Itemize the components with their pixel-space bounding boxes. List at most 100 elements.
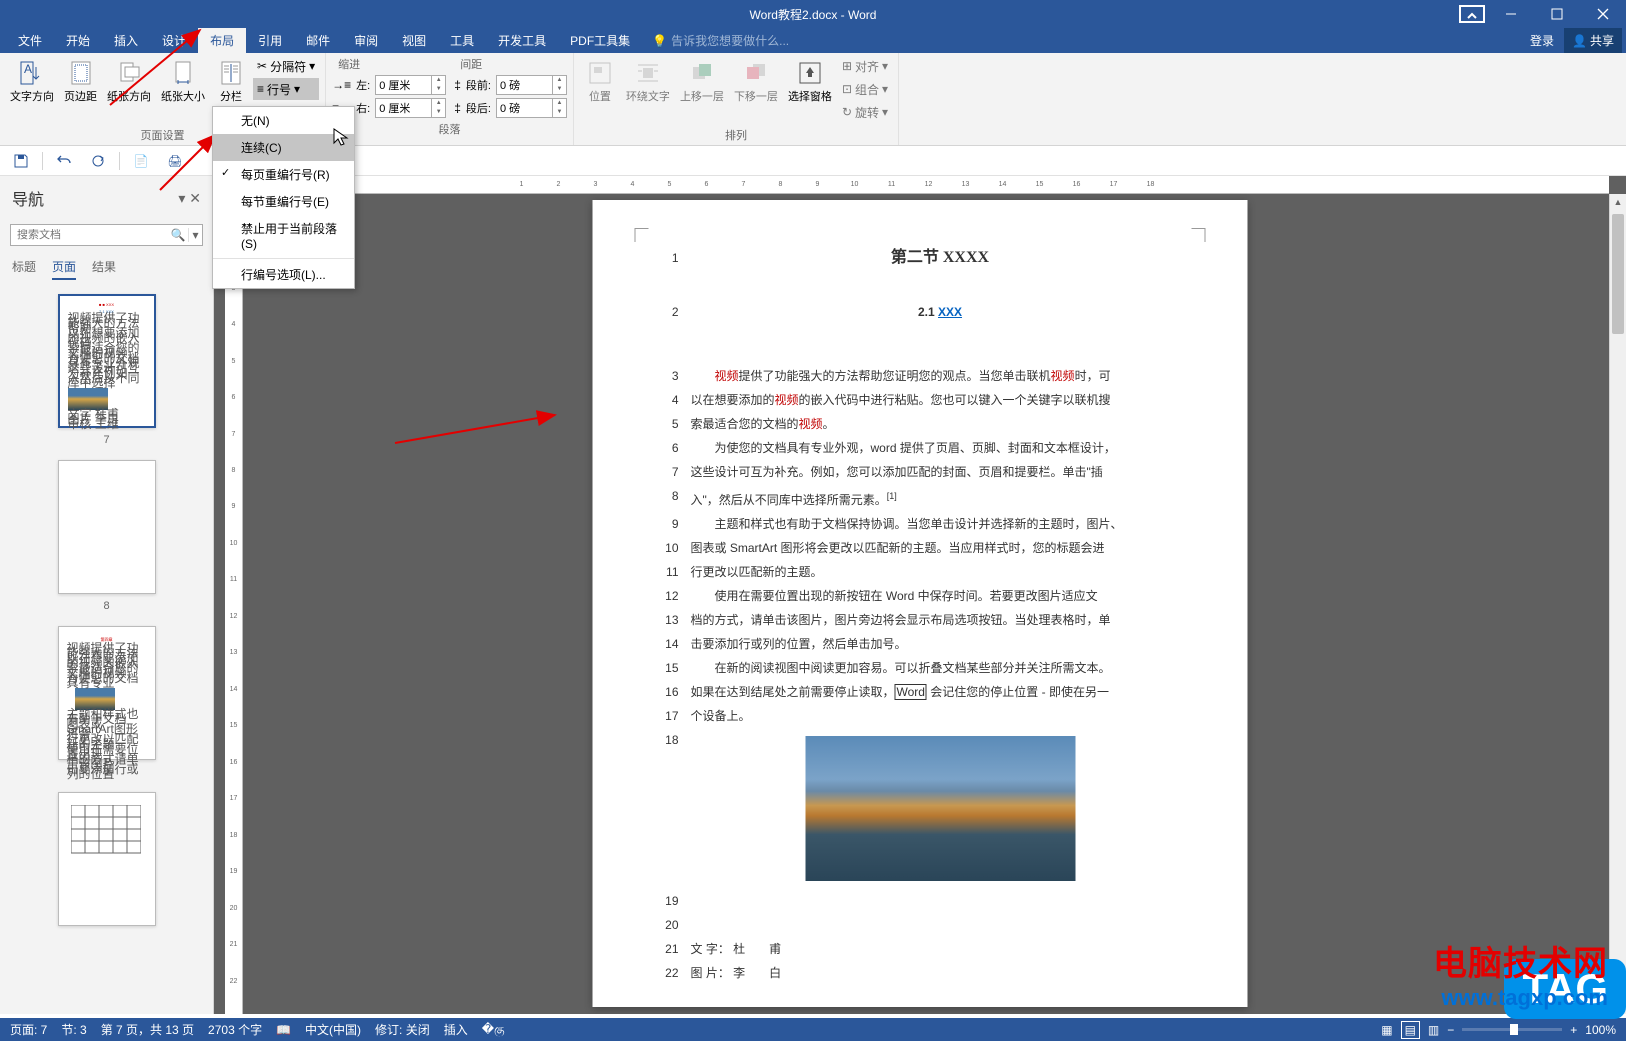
search-icon[interactable]: 🔍 [168,228,188,242]
columns-button[interactable]: 分栏 [211,55,251,106]
view-print-icon[interactable]: ▤ [1401,1021,1420,1039]
view-read-icon[interactable]: ▦ [1381,1023,1392,1037]
zoom-slider[interactable] [1462,1028,1562,1031]
line-text[interactable] [691,915,1190,935]
zoom-in-button[interactable]: + [1570,1023,1577,1037]
dd-restart-page[interactable]: ✓每页重编行号(R) [213,161,354,188]
line-text[interactable]: 为使您的文档具有专业外观，word 提供了页眉、页脚、封面和文本框设计， [691,438,1190,458]
close-button[interactable] [1580,0,1626,28]
line-text[interactable]: 文 字： 杜 甫 [691,939,1190,959]
status-lang[interactable]: 中文(中国) [305,1021,361,1038]
dd-suppress[interactable]: 禁止用于当前段落(S) [213,215,354,256]
nav-tab-headings[interactable]: 标题 [12,258,36,280]
line-text[interactable]: 档的方式，请单击该图片，图片旁边将会显示布局选项按钮。当处理表格时，单 [691,610,1190,630]
redo-button[interactable] [85,148,111,174]
status-words[interactable]: 2703 个字 [208,1021,262,1038]
undo-button[interactable] [51,148,77,174]
dd-options[interactable]: 行编号选项(L)... [213,261,354,288]
line-text[interactable]: 索最适合您的文档的视频。 [691,414,1190,434]
margins-button[interactable]: 页边距 [60,55,101,106]
nav-dropdown-icon[interactable]: ▾ ✕ [178,190,201,207]
size-button[interactable]: 纸张大小 [157,55,209,106]
page-thumbnail-9[interactable]: 第四章 视频提供了功能强大的方法以在想要添加的视频的嵌入索最适合您的文档的视频为… [58,626,156,760]
vertical-ruler[interactable]: 12345678910111213141516171819202122 [225,194,243,1014]
scrollbar-thumb[interactable] [1612,214,1624,334]
tab-home[interactable]: 开始 [54,28,102,53]
orientation-button[interactable]: 纸张方向 [103,55,155,106]
bring-forward-button[interactable]: 上移一层 [676,55,728,106]
page-thumbnail-8[interactable] [58,460,156,594]
maximize-button[interactable] [1534,0,1580,28]
line-text[interactable]: 在新的阅读视图中阅读更加容易。可以折叠文档某些部分并关注所需文本。 [691,658,1190,678]
status-insert[interactable]: 插入 [444,1021,468,1038]
document-page[interactable]: 1第二节 XXXX22.1 XXX3 视频提供了功能强大的方法帮助您证明您的观点… [593,200,1248,1007]
nav-tab-results[interactable]: 结果 [92,258,116,280]
tab-insert[interactable]: 插入 [102,28,150,53]
status-track[interactable]: 修订: 关闭 [375,1021,430,1038]
share-button[interactable]: 👤共享 [1564,28,1622,53]
indent-left-input[interactable]: ▲▼ [375,75,446,95]
status-page-of[interactable]: 第 7 页，共 13 页 [101,1021,194,1038]
tab-dev[interactable]: 开发工具 [486,28,558,53]
tab-design[interactable]: 设计 [150,28,198,53]
zoom-level[interactable]: 100% [1585,1023,1616,1037]
align-button[interactable]: ⊞对齐▾ [838,55,892,77]
vertical-scrollbar[interactable]: ▲ ▼ [1609,194,1626,1014]
line-text[interactable]: 如果在达到结尾处之前需要停止读取，Word 会记住您的停止位置 - 即使在另一 [691,682,1190,702]
line-text[interactable] [691,891,1190,911]
nav-tab-pages[interactable]: 页面 [52,258,76,280]
selection-pane-button[interactable]: 选择窗格 [784,55,836,106]
status-page[interactable]: 页面: 7 [10,1021,47,1038]
tab-file[interactable]: 文件 [6,28,54,53]
qat-button-1[interactable]: 📄 [128,148,154,174]
status-section[interactable]: 节: 3 [61,1021,86,1038]
line-text[interactable]: 行更改以匹配新的主题。 [691,562,1190,582]
line-text[interactable]: 击要添加行或列的位置，然后单击加号。 [691,634,1190,654]
dd-restart-section[interactable]: 每节重编行号(E) [213,188,354,215]
view-web-icon[interactable]: ▥ [1428,1023,1439,1037]
text-direction-button[interactable]: A文字方向 [6,55,58,106]
wrap-text-button[interactable]: 环绕文字 [622,55,674,106]
line-numbers-button[interactable]: ≡行号▾ [253,78,319,100]
ribbon-display-options-icon[interactable] [1456,0,1488,28]
group-objects-button[interactable]: ⊡组合▾ [838,78,892,100]
horizontal-ruler[interactable]: 123456789101112131415161718 [243,176,1609,194]
tab-view[interactable]: 视图 [390,28,438,53]
rotate-button[interactable]: ↻旋转▾ [838,101,892,123]
search-input[interactable] [11,229,168,241]
tell-me-search[interactable]: 💡 告诉我您想要做什么... [652,28,789,53]
send-backward-button[interactable]: 下移一层 [730,55,782,106]
line-text[interactable]: 图表或 SmartArt 图形将会更改以匹配新的主题。当应用样式时，您的标题会进 [691,538,1190,558]
zoom-out-button[interactable]: − [1447,1023,1454,1037]
page-thumbnail-7[interactable]: ■ ■ XXX 2.1 XXX 视频提供了功能强大的方法帮助以在想要添加的视频的… [58,294,156,428]
minimize-button[interactable] [1488,0,1534,28]
breaks-button[interactable]: ✂分隔符▾ [253,55,319,77]
line-text[interactable]: 个设备上。 [691,706,1190,726]
status-extra-icon[interactable]: �கு [482,1022,505,1038]
line-text[interactable]: 视频提供了功能强大的方法帮助您证明您的观点。当您单击联机视频时，可 [691,366,1190,386]
tab-tools[interactable]: 工具 [438,28,486,53]
line-text[interactable]: 主题和样式也有助于文档保持协调。当您单击设计并选择新的主题时，图片、 [691,514,1190,534]
scroll-up-icon[interactable]: ▲ [1610,194,1626,211]
qat-button-2[interactable]: 🖨 [162,148,188,174]
login-button[interactable]: 登录 [1520,32,1564,49]
nav-search[interactable]: 🔍 ▾ [10,224,203,246]
tab-pdf[interactable]: PDF工具集 [558,28,642,53]
tab-review[interactable]: 审阅 [342,28,390,53]
status-proofing-icon[interactable]: 📖 [276,1023,291,1037]
space-after-input[interactable]: ▲▼ [496,98,567,118]
page-thumbnail-10[interactable] [58,792,156,926]
tab-references[interactable]: 引用 [246,28,294,53]
line-text[interactable]: 使用在需要位置出现的新按钮在 Word 中保存时间。若要更改图片适应文 [691,586,1190,606]
line-text[interactable]: 以在想要添加的视频的嵌入代码中进行粘贴。您也可以键入一个关键字以联机搜 [691,390,1190,410]
indent-right-input[interactable]: ▲▼ [375,98,446,118]
tab-layout[interactable]: 布局 [198,28,246,53]
line-text[interactable]: 入"，然后从不同库中选择所需元素。[1] [691,486,1190,510]
position-button[interactable]: 位置 [580,55,620,106]
line-text[interactable]: 这些设计可互为补充。例如，您可以添加匹配的封面、页眉和提要栏。单击"插 [691,462,1190,482]
space-before-input[interactable]: ▲▼ [496,75,567,95]
search-dropdown-icon[interactable]: ▾ [188,228,202,242]
save-button[interactable] [8,148,34,174]
line-text[interactable]: 图 片： 李 白 [691,963,1190,983]
tab-mail[interactable]: 邮件 [294,28,342,53]
